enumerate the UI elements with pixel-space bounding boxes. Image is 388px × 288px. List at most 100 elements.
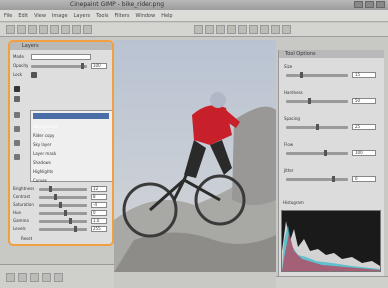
nav-icon[interactable]	[6, 273, 15, 282]
option-slider[interactable]	[286, 98, 348, 104]
minimize-icon[interactable]	[354, 1, 363, 8]
slider-label: Hue	[13, 210, 22, 215]
title-bar: Cinepaint GIMP - bike_rider.png	[0, 0, 388, 10]
adjust-slider[interactable]	[39, 202, 87, 208]
window-title: Cinepaint GIMP - bike_rider.png	[70, 1, 165, 8]
option-field[interactable]: 100	[352, 150, 376, 156]
layer-item[interactable]: Rider copy	[33, 122, 109, 138]
option-field[interactable]: 50	[352, 98, 376, 104]
layer-item[interactable]: Highlights	[33, 158, 109, 174]
eraser-icon[interactable]	[249, 25, 258, 34]
value-field[interactable]: 0	[91, 210, 107, 216]
menu-item[interactable]: Window	[135, 13, 155, 19]
option-label: Spacing	[284, 116, 300, 121]
crop-icon[interactable]	[216, 25, 225, 34]
slider-row: Brightness 12	[13, 186, 109, 192]
option-slider[interactable]	[286, 150, 348, 156]
layer-list: Background Rider copy Sky layer Layer mask S…	[30, 110, 112, 183]
slider-label: Levels	[13, 226, 26, 231]
image-canvas[interactable]	[114, 40, 276, 272]
option-row: Flow 100	[282, 142, 380, 156]
panel-footer: Reset	[13, 236, 109, 242]
nav-icon[interactable]	[30, 273, 39, 282]
menu-item[interactable]: Tools	[96, 13, 108, 19]
pencil-icon[interactable]	[238, 25, 247, 34]
lock-row: Lock	[13, 72, 109, 78]
mode-select[interactable]	[31, 54, 91, 60]
layer-item[interactable]: Curves	[33, 167, 109, 183]
option-slider[interactable]	[286, 176, 348, 182]
new-icon[interactable]	[6, 25, 15, 34]
save-icon[interactable]	[28, 25, 37, 34]
undo-icon[interactable]	[39, 25, 48, 34]
value-field[interactable]: 12	[91, 186, 107, 192]
layer-item[interactable]: Shadows	[33, 149, 109, 165]
option-slider[interactable]	[286, 72, 348, 78]
chain-icon[interactable]	[14, 96, 20, 102]
value-field[interactable]: 8	[91, 194, 107, 200]
menu-item[interactable]: Layers	[74, 13, 91, 19]
adjust-slider[interactable]	[39, 186, 87, 192]
slider-row: Contrast 8	[13, 194, 109, 200]
reset-button[interactable]: Reset	[21, 236, 32, 242]
window-controls	[354, 1, 385, 8]
adjust-slider[interactable]	[39, 210, 87, 216]
nav-icon[interactable]	[42, 273, 51, 282]
lock-alpha-icon[interactable]	[31, 72, 37, 78]
nav-icon[interactable]	[18, 273, 27, 282]
value-field[interactable]: 1.0	[91, 218, 107, 224]
open-icon[interactable]	[17, 25, 26, 34]
menu-item[interactable]: View	[34, 13, 46, 19]
opacity-slider[interactable]	[31, 63, 87, 69]
cut-icon[interactable]	[61, 25, 70, 34]
adjust-slider[interactable]	[39, 194, 87, 200]
value-field[interactable]: 255	[91, 226, 107, 232]
paste-icon[interactable]	[83, 25, 92, 34]
fill-icon[interactable]	[260, 25, 269, 34]
slider-label: Saturation	[13, 202, 34, 207]
opacity-field[interactable]: 100	[91, 63, 107, 69]
layer-item[interactable]: Layer mask	[33, 140, 109, 156]
option-row: Hardness 50	[282, 90, 380, 104]
mask-thumb-icon	[14, 126, 20, 132]
menu-item[interactable]: Edit	[18, 13, 28, 19]
redo-icon[interactable]	[50, 25, 59, 34]
opacity-label: Opacity	[13, 63, 29, 68]
copy-icon[interactable]	[72, 25, 81, 34]
layers-panel-title: Layers	[10, 42, 112, 50]
close-icon[interactable]	[376, 1, 385, 8]
value-field[interactable]: -4	[91, 202, 107, 208]
adjust-slider[interactable]	[39, 226, 87, 232]
layer-item[interactable]: Background	[33, 113, 109, 129]
lock-label: Lock	[13, 72, 23, 77]
nav-icon[interactable]	[54, 273, 63, 282]
slider-row: Gamma 1.0	[13, 218, 109, 224]
slider-label: Brightness	[13, 186, 35, 191]
status-bar	[0, 264, 114, 288]
menu-bar: File Edit View Image Layers Tools Filters Windo…	[0, 10, 388, 22]
maximize-icon[interactable]	[365, 1, 374, 8]
adjust-slider[interactable]	[39, 218, 87, 224]
opacity-row: Opacity 100	[13, 63, 109, 69]
slider-row: Hue 0	[13, 210, 109, 216]
move-icon[interactable]	[205, 25, 214, 34]
eye-icon[interactable]	[14, 86, 20, 92]
menu-item[interactable]: File	[4, 13, 12, 19]
tool-options-panel: Tool Options Size 15 Hardness 50 Spacing 25 Fl…	[278, 50, 384, 276]
layer-item[interactable]: Sky layer	[33, 131, 109, 147]
option-field[interactable]: 0	[352, 176, 376, 182]
menu-item[interactable]: Help	[161, 13, 172, 19]
option-label: Flow	[284, 142, 294, 147]
toolbar	[0, 23, 388, 37]
option-label: Size	[284, 64, 293, 69]
option-field[interactable]: 15	[352, 72, 376, 78]
brush-icon[interactable]	[227, 25, 236, 34]
option-field[interactable]: 25	[352, 124, 376, 130]
select-icon[interactable]	[194, 25, 203, 34]
text-icon[interactable]	[271, 25, 280, 34]
menu-item[interactable]: Image	[52, 13, 68, 19]
menu-item[interactable]: Filters	[114, 13, 129, 19]
zoom-icon[interactable]	[282, 25, 291, 34]
option-slider[interactable]	[286, 124, 348, 130]
option-label: Jitter	[284, 168, 294, 173]
